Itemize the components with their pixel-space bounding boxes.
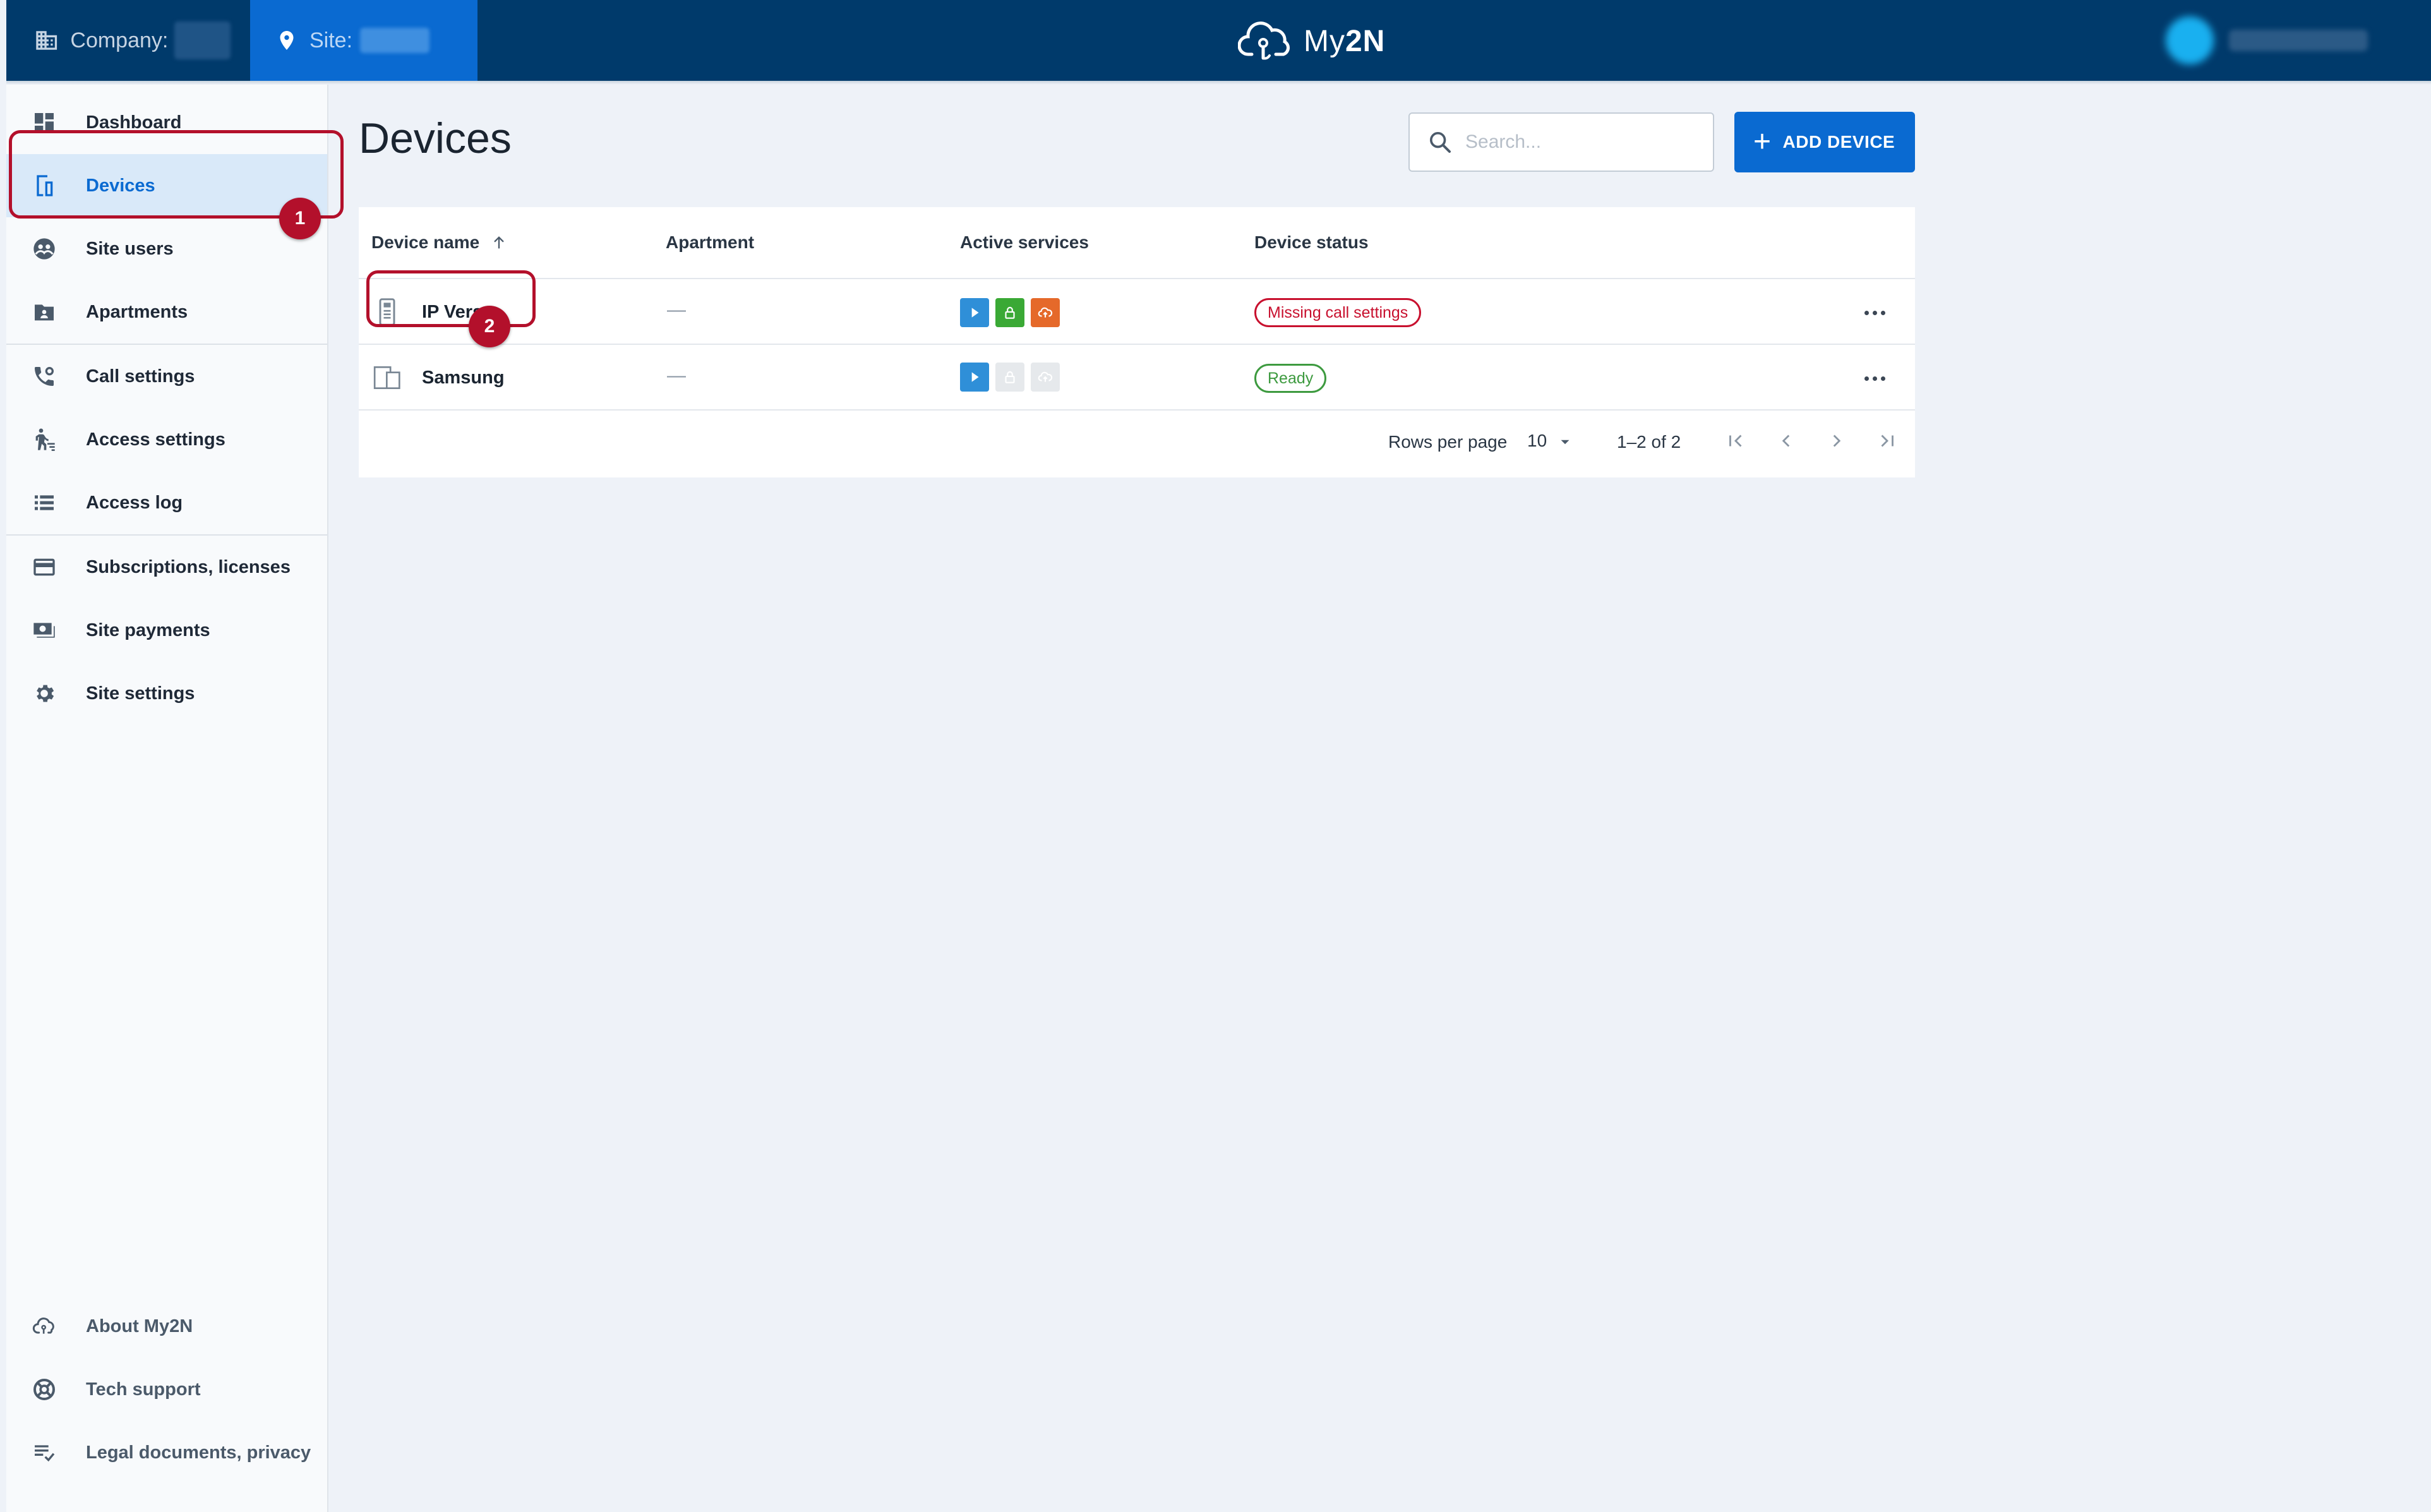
sidebar-item-label: Site settings: [86, 683, 195, 704]
sidebar-item-label: Apartments: [86, 301, 188, 322]
search-input[interactable]: [1465, 131, 1693, 153]
company-label: Company:: [70, 28, 169, 52]
column-header-device-name[interactable]: Device name: [371, 232, 508, 253]
search-icon: [1430, 132, 1451, 153]
apartment-icon: [28, 296, 61, 328]
sidebar-item-access-log[interactable]: Access log: [6, 471, 327, 534]
list-icon: [28, 486, 61, 519]
first-page-button[interactable]: [1718, 423, 1753, 459]
rows-per-page-value: 10: [1527, 431, 1547, 450]
rows-per-page-select[interactable]: 10: [1527, 431, 1573, 451]
location-pin-icon: [280, 31, 294, 50]
sidebar-item-site-users[interactable]: Site users: [6, 217, 327, 280]
add-device-label: ADD DEVICE: [1782, 132, 1895, 152]
table-row[interactable]: IP Vers — Missing call settings: [359, 279, 1915, 344]
card-icon: [28, 551, 61, 584]
lock-service-icon: [995, 298, 1024, 327]
company-name-redacted: [174, 21, 231, 59]
sidebar-item-access-settings[interactable]: Access settings: [6, 408, 327, 471]
sidebar-item-label: Access settings: [86, 429, 225, 450]
apartment-value: —: [667, 299, 686, 320]
sort-ascending-icon: [494, 236, 504, 249]
search-box[interactable]: [1408, 112, 1714, 172]
sidebar-item-tech-support[interactable]: Tech support: [6, 1358, 327, 1421]
brand-suffix: 2N: [1345, 24, 1386, 58]
column-header-active-services[interactable]: Active services: [960, 232, 1089, 253]
row-actions-more-icon[interactable]: [1856, 298, 1894, 327]
sidebar-item-subscriptions[interactable]: Subscriptions, licenses: [6, 536, 327, 599]
payment-icon: [28, 614, 61, 647]
sidebar-item-label: Site payments: [86, 620, 210, 640]
cloud-logo-icon: [1238, 21, 1290, 60]
chevron-down-icon: [1561, 440, 1570, 445]
gear-icon: [28, 677, 61, 710]
top-bar-shadow: [6, 81, 2431, 85]
sidebar-item-label: Tech support: [86, 1379, 201, 1400]
status-badge-ready: Ready: [1254, 364, 1327, 393]
plus-icon: +: [1753, 125, 1772, 159]
access-icon: [28, 423, 61, 456]
sidebar-item-label: Site users: [86, 238, 174, 259]
column-header-apartment[interactable]: Apartment: [666, 232, 754, 253]
device-name[interactable]: Samsung: [422, 368, 505, 388]
status-badge-missing-call-settings: Missing call settings: [1254, 298, 1422, 327]
callout-number-1: 1: [279, 198, 321, 239]
sidebar-item-site-payments[interactable]: Site payments: [6, 599, 327, 662]
mobile-video-service-icon: [960, 298, 989, 327]
sidebar-item-label: Access log: [86, 492, 183, 513]
site-name-redacted: [360, 28, 430, 53]
sidebar-item-call-settings[interactable]: Call settings: [6, 345, 327, 408]
mobile-video-service-icon: [960, 363, 989, 392]
callout-highlight-device-name: [366, 270, 536, 327]
sidebar-item-about[interactable]: About My2N: [6, 1295, 327, 1358]
last-page-icon: [1881, 435, 1894, 447]
lock-service-inactive-icon: [995, 363, 1024, 392]
chevron-right-icon: [1833, 435, 1841, 447]
legal-icon: [28, 1436, 61, 1469]
brand-prefix: My: [1304, 24, 1345, 58]
row-actions-more-icon[interactable]: [1856, 364, 1894, 393]
cloud-service-inactive-icon: [1031, 363, 1060, 392]
table-row[interactable]: Samsung — Ready: [359, 345, 1915, 409]
page-title: Devices: [359, 114, 512, 162]
sidebar-item-label: Call settings: [86, 366, 195, 387]
apartment-value: —: [667, 365, 686, 386]
rows-per-page-label: Rows per page: [1388, 432, 1508, 452]
brand-text: My2N: [1304, 24, 1385, 59]
chevron-left-icon: [1782, 435, 1790, 447]
sidebar-item-site-settings[interactable]: Site settings: [6, 662, 327, 725]
tablet-device-icon: [373, 366, 400, 389]
callout-number-2: 2: [469, 306, 510, 347]
sidebar-item-label: About My2N: [86, 1316, 193, 1336]
my2n-logo[interactable]: My2N: [1238, 18, 1385, 64]
site-label: Site:: [309, 28, 353, 52]
sidebar: Dashboard Devices Site users Apartments …: [6, 85, 328, 1512]
users-icon: [28, 232, 61, 265]
company-selector[interactable]: Company:: [6, 0, 231, 81]
avatar: [2166, 16, 2214, 64]
cloud-service-icon: [1031, 298, 1060, 327]
sidebar-item-apartments[interactable]: Apartments: [6, 280, 327, 344]
devices-table: Device name Apartment Active services De…: [359, 207, 1915, 477]
sidebar-item-label: Subscriptions, licenses: [86, 556, 291, 577]
phone-settings-icon: [28, 360, 61, 393]
column-header-device-status[interactable]: Device status: [1254, 232, 1369, 253]
support-icon: [28, 1373, 61, 1406]
add-device-button[interactable]: + ADD DEVICE: [1734, 112, 1915, 172]
table-row-divider: [359, 409, 1915, 411]
site-selector[interactable]: Site:: [250, 0, 477, 81]
pagination-range: 1–2 of 2: [1617, 432, 1681, 452]
building-icon: [36, 31, 57, 50]
top-bar: Company: Site: My2N: [6, 0, 2431, 81]
previous-page-button[interactable]: [1768, 423, 1804, 459]
cloud-icon: [28, 1310, 61, 1343]
column-header-label: Device name: [371, 232, 480, 252]
user-menu[interactable]: [2166, 4, 2380, 77]
next-page-button[interactable]: [1819, 423, 1854, 459]
first-page-icon: [1729, 435, 1742, 447]
sidebar-item-label: Legal documents, privacy: [86, 1442, 311, 1463]
user-name-redacted: [2229, 30, 2368, 51]
sidebar-item-legal[interactable]: Legal documents, privacy: [6, 1421, 327, 1484]
last-page-button[interactable]: [1870, 423, 1905, 459]
